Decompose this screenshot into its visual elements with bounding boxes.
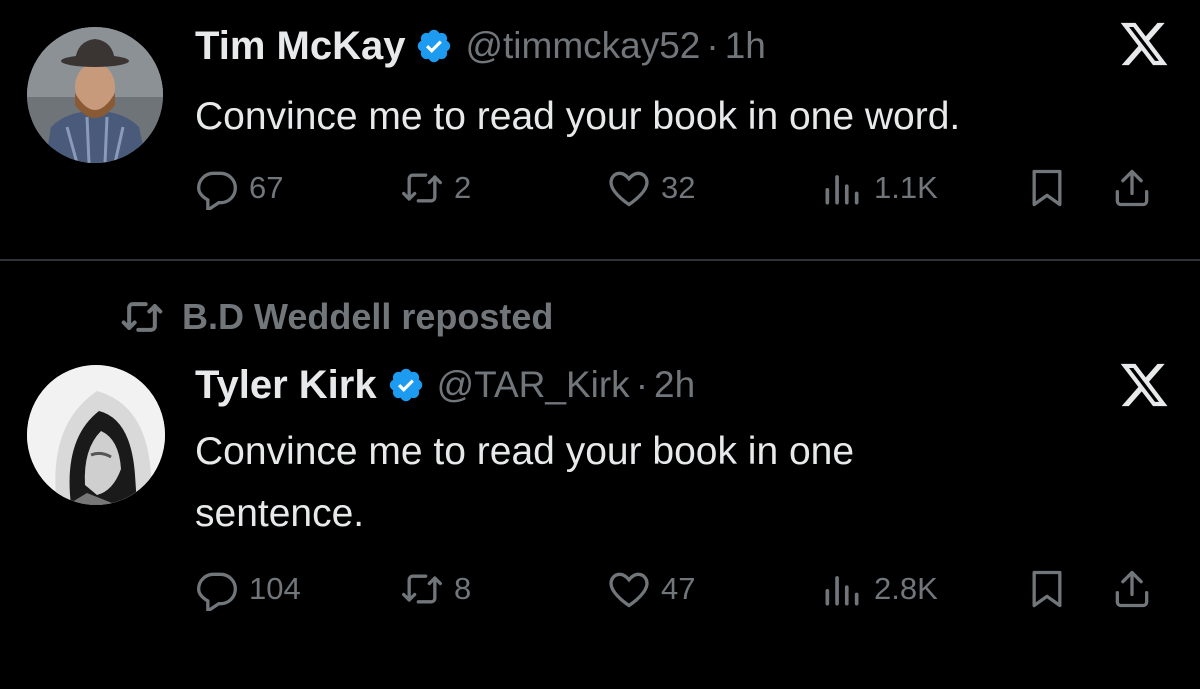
action-bar: 104 8 47 2.8K (195, 567, 1175, 619)
views-button[interactable]: 2.8K (820, 567, 938, 611)
display-name[interactable]: Tyler Kirk (195, 363, 377, 408)
separator: · (706, 25, 719, 66)
repost-icon (121, 302, 163, 332)
repost-count: 2 (454, 170, 472, 205)
view-count: 1.1K (874, 170, 938, 205)
display-name[interactable]: Tim McKay (195, 24, 405, 69)
repost-context: B.D Weddell reposted (120, 295, 553, 339)
bookmark-button[interactable] (1025, 166, 1069, 210)
repost-icon (402, 173, 442, 203)
share-button[interactable] (1110, 567, 1154, 611)
reply-icon (197, 171, 237, 210)
repost-icon (402, 574, 442, 604)
views-button[interactable]: 1.1K (820, 166, 938, 210)
repost-button[interactable]: 2 (400, 166, 471, 210)
handle[interactable]: @TAR_Kirk (437, 364, 630, 406)
verified-badge-icon (389, 368, 422, 402)
repost-button[interactable]: 8 (400, 567, 471, 611)
share-icon (1115, 570, 1149, 608)
repost-count: 8 (454, 571, 472, 606)
tweet[interactable]: B.D Weddell reposted Tyler Kirk @TAR_Kir… (0, 261, 1200, 689)
bookmark-icon (1032, 570, 1062, 608)
separator: · (635, 364, 649, 405)
view-count: 2.8K (874, 571, 938, 606)
like-count: 32 (661, 170, 696, 205)
tweet-header: Tim McKay @timmckay52 · 1h (195, 18, 766, 74)
avatar[interactable] (27, 365, 165, 505)
views-icon (825, 175, 859, 205)
share-icon (1115, 169, 1149, 207)
timestamp[interactable]: 2h (654, 364, 695, 406)
reply-button[interactable]: 104 (195, 567, 301, 611)
handle[interactable]: @timmckay52 (465, 25, 700, 67)
reply-button[interactable]: 67 (195, 166, 283, 210)
like-icon (609, 572, 649, 608)
like-button[interactable]: 32 (607, 166, 695, 210)
reply-icon (197, 572, 237, 611)
avatar[interactable] (27, 27, 163, 163)
tweet-header: Tyler Kirk @TAR_Kirk · 2h (195, 357, 695, 413)
bookmark-icon (1032, 169, 1062, 207)
tweet[interactable]: Tim McKay @timmckay52 · 1h Convince me t… (0, 0, 1200, 259)
verified-badge-icon (418, 29, 451, 63)
share-button[interactable] (1110, 166, 1154, 210)
action-bar: 67 2 32 1.1K (195, 166, 1175, 218)
like-icon (609, 171, 649, 207)
bookmark-button[interactable] (1025, 567, 1069, 611)
views-icon (825, 576, 859, 606)
timestamp[interactable]: 1h (725, 25, 766, 67)
x-logo-icon (1120, 22, 1168, 66)
like-button[interactable]: 47 (607, 567, 695, 611)
x-logo-icon (1120, 363, 1168, 407)
tweet-text: Convince me to read your book in one sen… (195, 430, 855, 535)
reply-count: 104 (249, 571, 301, 606)
tweet-text: Convince me to read your book in one wor… (195, 95, 961, 138)
reply-count: 67 (249, 170, 284, 205)
repost-label[interactable]: B.D Weddell reposted (182, 296, 553, 338)
like-count: 47 (661, 571, 696, 606)
